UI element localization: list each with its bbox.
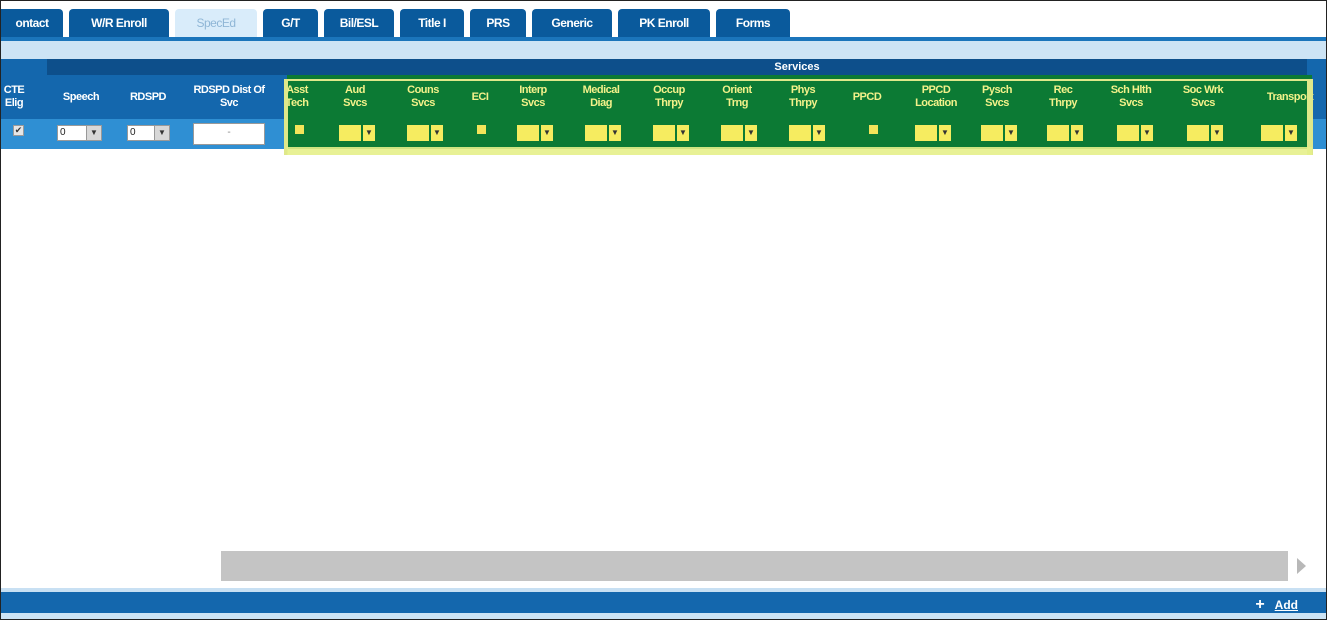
couns-svcs-dropdown[interactable]: ▼ xyxy=(407,125,443,141)
aud-svcs-dropdown[interactable]: ▼ xyxy=(339,125,375,141)
chevron-down-icon: ▼ xyxy=(429,125,443,141)
transport-dropdown[interactable]: ▼ xyxy=(1261,125,1297,141)
chevron-down-icon: ▼ xyxy=(87,125,102,141)
cte-elig-checkbox[interactable]: ✔ xyxy=(13,125,24,136)
tab-bar: ontact W/R Enroll SpecEd G/T Bil/ESL Tit… xyxy=(1,5,1326,39)
col-header-pysch-svcs[interactable]: Pysch Svcs xyxy=(977,77,1017,117)
soc-wrk-svcs-dropdown[interactable]: ▼ xyxy=(1187,125,1223,141)
col-header-aud-svcs[interactable]: Aud Svcs xyxy=(335,77,375,117)
group-header-spacer xyxy=(47,59,287,75)
ppcd-checkbox[interactable] xyxy=(869,125,878,134)
chevron-down-icon: ▼ xyxy=(155,125,170,141)
toolbar-band xyxy=(1,41,1326,59)
occup-thrpy-dropdown[interactable]: ▼ xyxy=(653,125,689,141)
chevron-down-icon: ▼ xyxy=(607,125,621,141)
services-highlight-right xyxy=(1307,79,1313,155)
plus-icon: + xyxy=(1255,596,1265,613)
col-header-eci[interactable]: ECI xyxy=(465,77,495,117)
col-header-couns-svcs[interactable]: Couns Svcs xyxy=(401,77,445,117)
speech-dropdown[interactable]: 0 ▼ xyxy=(57,125,102,141)
asst-tech-checkbox[interactable] xyxy=(295,125,304,134)
chevron-down-icon: ▼ xyxy=(1139,125,1153,141)
tab-title-i[interactable]: Title I xyxy=(400,9,464,37)
tab-wr-enroll[interactable]: W/R Enroll xyxy=(69,9,169,37)
tab-gt[interactable]: G/T xyxy=(263,9,318,37)
chevron-down-icon: ▼ xyxy=(811,125,825,141)
add-button-label: Add xyxy=(1274,598,1298,612)
col-header-rec-thrpy[interactable]: Rec Thrpy xyxy=(1041,77,1085,117)
col-header-sch-hlth-svcs[interactable]: Sch Hlth Svcs xyxy=(1105,77,1157,117)
chevron-down-icon: ▼ xyxy=(1209,125,1223,141)
orient-trng-dropdown[interactable]: ▼ xyxy=(721,125,757,141)
add-button[interactable]: + Add xyxy=(1255,596,1298,614)
col-header-soc-wrk-svcs[interactable]: Soc Wrk Svcs xyxy=(1177,77,1229,117)
pysch-svcs-dropdown[interactable]: ▼ xyxy=(981,125,1017,141)
sch-hlth-svcs-dropdown[interactable]: ▼ xyxy=(1117,125,1153,141)
services-highlight-bottom xyxy=(287,147,1312,155)
tab-forms[interactable]: Forms xyxy=(716,9,790,37)
horizontal-scrollbar[interactable] xyxy=(221,551,1288,581)
col-header-occup-thrpy[interactable]: Occup Thrpy xyxy=(645,77,693,117)
tab-generic[interactable]: Generic xyxy=(532,9,612,37)
rdspd-value: 0 xyxy=(127,125,155,141)
col-header-rdspd-dist-of-svc[interactable]: RDSPD Dist Of Svc xyxy=(187,77,271,117)
tab-bil-esl[interactable]: Bil/ESL xyxy=(324,9,394,37)
chevron-down-icon: ▼ xyxy=(675,125,689,141)
services-highlight-top xyxy=(287,79,1312,81)
col-header-speech[interactable]: Speech xyxy=(55,77,107,117)
scroll-right-arrow-icon[interactable] xyxy=(1297,558,1306,574)
chevron-down-icon: ▼ xyxy=(937,125,951,141)
col-header-rdspd[interactable]: RDSPD xyxy=(121,77,175,117)
medical-diag-dropdown[interactable]: ▼ xyxy=(585,125,621,141)
col-header-transport[interactable]: Transport xyxy=(1255,77,1325,117)
phys-thrpy-dropdown[interactable]: ▼ xyxy=(789,125,825,141)
tab-prs[interactable]: PRS xyxy=(470,9,526,37)
tab-contact[interactable]: ontact xyxy=(1,9,63,37)
rdspd-dropdown[interactable]: 0 ▼ xyxy=(127,125,170,141)
chevron-down-icon: ▼ xyxy=(539,125,553,141)
chevron-down-icon: ▼ xyxy=(743,125,757,141)
services-group-header: Services xyxy=(287,59,1307,75)
col-header-orient-trng[interactable]: Orient Trng xyxy=(715,77,759,117)
col-header-medical-diag[interactable]: Medical Diag xyxy=(577,77,625,117)
eci-checkbox[interactable] xyxy=(477,125,486,134)
window: ontact W/R Enroll SpecEd G/T Bil/ESL Tit… xyxy=(0,0,1327,620)
chevron-down-icon: ▼ xyxy=(361,125,375,141)
col-header-ppcd-location[interactable]: PPCD Location xyxy=(905,77,967,117)
footer-band xyxy=(1,613,1326,619)
rdspd-dist-of-svc-input[interactable]: - xyxy=(193,123,265,145)
tab-speced[interactable]: SpecEd xyxy=(175,9,257,37)
ppcd-location-dropdown[interactable]: ▼ xyxy=(915,125,951,141)
tab-pk-enroll[interactable]: PK Enroll xyxy=(618,9,710,37)
chevron-down-icon: ▼ xyxy=(1069,125,1083,141)
col-header-phys-thrpy[interactable]: Phys Thrpy xyxy=(781,77,825,117)
col-header-interp-svcs[interactable]: Interp Svcs xyxy=(511,77,555,117)
chevron-down-icon: ▼ xyxy=(1283,125,1297,141)
col-header-cte-elig[interactable]: CTE Elig xyxy=(1,77,27,117)
rec-thrpy-dropdown[interactable]: ▼ xyxy=(1047,125,1083,141)
speech-value: 0 xyxy=(57,125,87,141)
col-header-ppcd[interactable]: PPCD xyxy=(847,77,887,117)
chevron-down-icon: ▼ xyxy=(1003,125,1017,141)
interp-svcs-dropdown[interactable]: ▼ xyxy=(517,125,553,141)
grid-footer: + Add xyxy=(1,588,1326,616)
services-highlight-left xyxy=(284,79,288,155)
